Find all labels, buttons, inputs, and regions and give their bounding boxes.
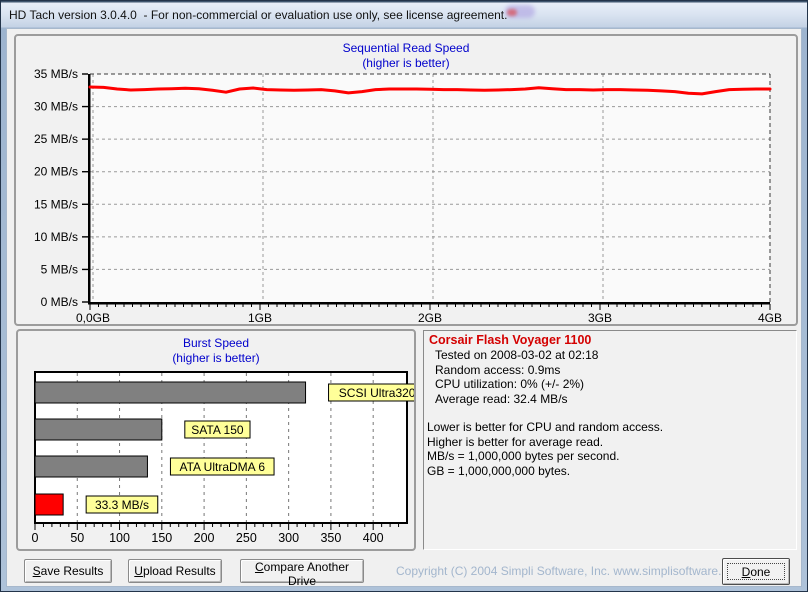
svg-text:4GB: 4GB [758, 311, 782, 324]
tested-on-line: Tested on 2008-03-02 at 02:18 [435, 348, 599, 362]
svg-text:25 MB/s: 25 MB/s [34, 132, 78, 146]
note-higher-better: Higher is better for average read. [427, 434, 604, 449]
note-mbs-definition: MB/s = 1,000,000 bytes per second. [427, 449, 620, 463]
svg-text:400: 400 [363, 531, 384, 545]
svg-text:2GB: 2GB [418, 311, 442, 324]
done-button[interactable]: Done [724, 560, 788, 583]
svg-text:200: 200 [194, 531, 215, 545]
note-gb-definition: GB = 1,000,000,000 bytes. [427, 463, 571, 478]
svg-text:SCSI Ultra320: SCSI Ultra320 [339, 386, 414, 400]
svg-text:1GB: 1GB [248, 311, 272, 324]
svg-text:300: 300 [278, 531, 299, 545]
svg-text:10 MB/s: 10 MB/s [34, 230, 78, 244]
svg-text:150: 150 [151, 531, 172, 545]
svg-text:SATA 150: SATA 150 [191, 423, 244, 437]
svg-text:15 MB/s: 15 MB/s [34, 197, 78, 211]
burst-speed-chart: SCSI Ultra320 SATA 150 ATA UltraDMA 6 33.3 … [32, 371, 414, 545]
random-access-line: Random access: 0.9ms [435, 362, 561, 377]
hdtach-window: HD Tach version 3.0.4.0 - For non-commer… [0, 0, 808, 592]
sequential-read-panel: Sequential Read Speed (higher is better)… [14, 34, 798, 326]
upload-results-button[interactable]: Upload Results [128, 559, 222, 583]
svg-text:50: 50 [70, 531, 84, 545]
cpu-utilization-line: CPU utilization: 0% (+/- 2%) [435, 377, 585, 391]
info-gap [424, 406, 796, 420]
drive-name: Corsair Flash Voyager 1100 [429, 333, 592, 347]
titlebar[interactable]: HD Tach version 3.0.4.0 - For non-commer… [1, 1, 807, 28]
burst-speed-panel: Burst Speed (higher is better) SCSI Ultr… [16, 329, 416, 551]
svg-text:350: 350 [320, 531, 341, 545]
compare-another-drive-button[interactable]: Compare Another Drive [240, 559, 364, 588]
svg-text:100: 100 [109, 531, 130, 545]
svg-text:250: 250 [236, 531, 257, 545]
window-content: Sequential Read Speed (higher is better)… [6, 28, 802, 588]
save-results-button[interactable]: Save Results [24, 559, 112, 583]
titlebar-smudge-red [507, 9, 517, 16]
window-title: HD Tach version 3.0.4.0 - For non-commer… [9, 8, 508, 22]
svg-text:0,0GB: 0,0GB [76, 311, 110, 324]
done-button-frame: Done [722, 558, 790, 585]
average-read-line: Average read: 32.4 MB/s [435, 391, 568, 406]
svg-text:ATA UltraDMA 6: ATA UltraDMA 6 [179, 460, 265, 474]
drive-info-panel: Corsair Flash Voyager 1100 Tested on 200… [423, 330, 797, 550]
sequential-read-chart: 0 MB/s 5 MB/s 10 MB/s 15 MB/s 20 MB/s 25 MB/s… [34, 67, 782, 324]
svg-text:35 MB/s: 35 MB/s [34, 67, 78, 81]
copyright-text: Copyright (C) 2004 Simpli Software, Inc.… [396, 564, 745, 578]
svg-text:0 MB/s: 0 MB/s [41, 295, 78, 309]
svg-text:33.3 MB/s: 33.3 MB/s [95, 498, 149, 512]
svg-text:3GB: 3GB [588, 311, 612, 324]
svg-text:5 MB/s: 5 MB/s [41, 262, 78, 276]
svg-text:30 MB/s: 30 MB/s [34, 100, 78, 114]
svg-text:0: 0 [32, 531, 39, 545]
svg-text:20 MB/s: 20 MB/s [34, 165, 78, 179]
note-lower-better: Lower is better for CPU and random acces… [427, 420, 664, 434]
